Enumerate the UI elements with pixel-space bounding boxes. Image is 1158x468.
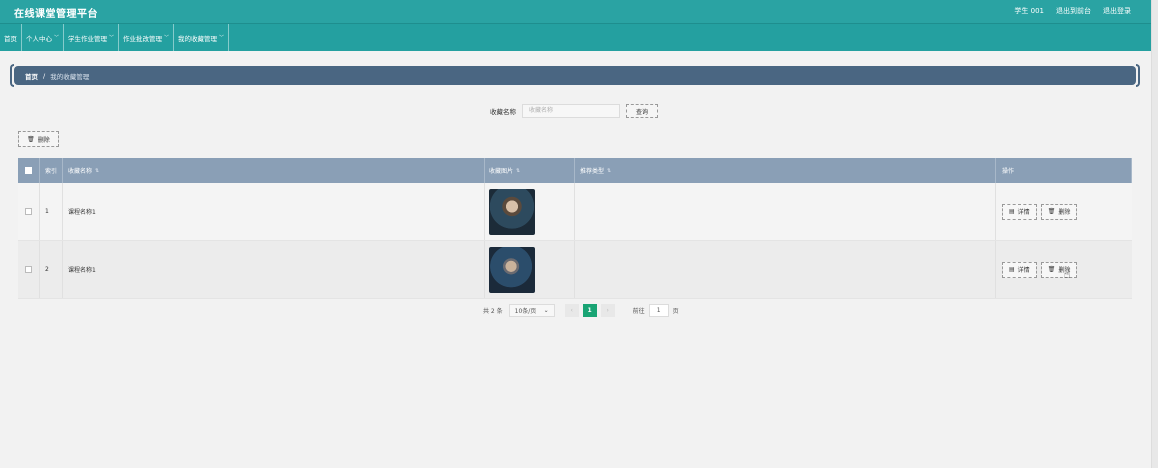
chevron-down-icon: ﹀ xyxy=(219,35,225,41)
header-type[interactable]: 推荐类型 ⇅ xyxy=(575,158,996,183)
nav-item-homework-grading[interactable]: 作业批改管理 ﹀ xyxy=(119,24,175,51)
header-index: 索引 xyxy=(40,158,63,183)
page-number-current[interactable]: 1 xyxy=(582,304,597,317)
sort-icon[interactable]: ⇅ xyxy=(516,168,520,174)
breadcrumb-separator: / xyxy=(43,71,46,80)
goto-suffix: 页 xyxy=(672,308,679,315)
pagination: 共 2 条 10条/页 ⌄ ‹ 1 › 前往 1 页 xyxy=(483,304,679,317)
document-icon: ▤ xyxy=(1009,266,1015,273)
delete-button[interactable]: 🗑 删除 xyxy=(1040,203,1078,220)
document-icon: ▤ xyxy=(1009,208,1015,215)
prev-page-button[interactable]: ‹ xyxy=(564,304,579,317)
page-scrollbar[interactable] xyxy=(1151,0,1158,468)
table-row: 1 课程名称1 ▤ 详情 🗑 删除 xyxy=(18,183,1132,241)
select-all-cell xyxy=(18,158,40,183)
chevron-down-icon: ﹀ xyxy=(164,35,170,41)
search-form: 收藏名称 收藏名称 查询 xyxy=(490,104,658,118)
total-count: 共 2 条 xyxy=(483,308,503,315)
nav-item-label: 作业批改管理 xyxy=(123,34,163,43)
chevron-down-icon: ﹀ xyxy=(54,35,60,41)
trash-icon: 🗑 xyxy=(1047,266,1056,273)
nav-item-label: 首页 xyxy=(4,34,17,43)
chevron-down-icon: ﹀ xyxy=(109,35,115,41)
header-image[interactable]: 收藏图片 ⇅ xyxy=(485,158,575,183)
row-type xyxy=(575,183,996,240)
trash-icon: 🗑 xyxy=(1047,208,1056,215)
table-header: 索引 收藏名称 ⇅ 收藏图片 ⇅ 推荐类型 ⇅ 操作 xyxy=(18,158,1132,183)
goto-prefix: 前往 xyxy=(632,308,645,315)
table-row: 2 课程名称1 ▤ 详情 🗑 删除 ☝ xyxy=(18,241,1132,299)
nav-item-label: 个人中心 xyxy=(26,34,52,43)
logout-link[interactable]: 退出登录 xyxy=(1103,6,1131,16)
sort-icon[interactable]: ⇅ xyxy=(95,168,99,174)
batch-delete-label: 删除 xyxy=(37,136,50,144)
goto-page-input[interactable]: 1 xyxy=(648,304,669,317)
favorite-thumbnail xyxy=(489,188,535,235)
delete-button[interactable]: 🗑 删除 ☝ xyxy=(1040,261,1078,281)
row-name: 课程名称1 xyxy=(63,183,485,240)
nav-item-personal-center[interactable]: 个人中心 ﹀ xyxy=(22,24,65,51)
header-ops: 操作 xyxy=(996,158,1132,183)
delete-label: 删除 xyxy=(1058,209,1071,216)
row-type xyxy=(575,241,996,298)
row-check-cell xyxy=(18,241,40,298)
row-index: 2 xyxy=(40,241,63,298)
back-to-front-link[interactable]: 退出到前台 xyxy=(1056,6,1091,16)
favorite-thumbnail xyxy=(489,246,535,293)
row-name: 课程名称1 xyxy=(63,241,485,298)
breadcrumb-current: 我的收藏管理 xyxy=(50,72,90,81)
row-index: 1 xyxy=(40,183,63,240)
nav-item-label: 我的收藏管理 xyxy=(178,34,218,43)
search-button[interactable]: 查询 xyxy=(626,104,658,118)
trash-icon: 🗑 xyxy=(27,135,35,143)
row-checkbox[interactable] xyxy=(25,266,32,273)
main-nav: 首页 个人中心 ﹀ 学生作业管理 ﹀ 作业批改管理 ﹀ 我的收藏管理 ﹀ xyxy=(0,24,1151,51)
row-image-cell xyxy=(485,183,575,240)
sort-icon[interactable]: ⇅ xyxy=(607,168,611,174)
header-name-label: 收藏名称 xyxy=(68,168,93,175)
header-type-label: 推荐类型 xyxy=(580,168,605,175)
page-size-value: 10条/页 xyxy=(514,308,537,315)
search-input[interactable]: 收藏名称 xyxy=(522,104,620,118)
row-ops: ▤ 详情 🗑 删除 xyxy=(996,183,1132,240)
page-size-select[interactable]: 10条/页 ⌄ xyxy=(508,304,555,317)
next-page-button[interactable]: › xyxy=(600,304,615,317)
batch-delete-button[interactable]: 🗑 删除 xyxy=(18,131,59,147)
header-name[interactable]: 收藏名称 ⇅ xyxy=(63,158,485,183)
chevron-right-icon: › xyxy=(606,307,609,314)
row-ops: ▤ 详情 🗑 删除 ☝ xyxy=(996,241,1132,298)
favorites-table: 索引 收藏名称 ⇅ 收藏图片 ⇅ 推荐类型 ⇅ 操作 1 课程名称1 ▤ 详情 🗑 删除 … xyxy=(18,158,1132,299)
nav-item-my-favorites[interactable]: 我的收藏管理 ﹀ xyxy=(174,24,230,51)
nav-item-student-homework[interactable]: 学生作业管理 ﹀ xyxy=(64,24,120,51)
top-bar: 在线课堂管理平台 学生 001 退出到前台 退出登录 xyxy=(0,0,1151,24)
goto-page: 前往 1 页 xyxy=(633,304,679,317)
header-links: 学生 001 退出到前台 退出登录 xyxy=(1014,6,1131,16)
detail-label: 详情 xyxy=(1017,209,1030,216)
search-label: 收藏名称 xyxy=(490,108,516,116)
hand-cursor-icon: ☝ xyxy=(1063,267,1071,281)
detail-button[interactable]: ▤ 详情 xyxy=(1002,261,1037,278)
breadcrumb-bracket-right xyxy=(1136,64,1140,87)
app-title: 在线课堂管理平台 xyxy=(14,9,98,20)
row-check-cell xyxy=(18,183,40,240)
chevron-down-icon: ⌄ xyxy=(543,307,549,314)
nav-item-label: 学生作业管理 xyxy=(68,34,108,43)
current-user: 学生 001 xyxy=(1014,7,1044,15)
breadcrumb: 首页 / 我的收藏管理 xyxy=(14,66,1136,85)
detail-button[interactable]: ▤ 详情 xyxy=(1002,203,1037,220)
chevron-left-icon: ‹ xyxy=(570,307,573,314)
select-all-checkbox[interactable] xyxy=(25,167,32,174)
breadcrumb-home[interactable]: 首页 xyxy=(25,71,38,81)
detail-label: 详情 xyxy=(1017,267,1030,274)
row-checkbox[interactable] xyxy=(25,208,32,215)
nav-item-home[interactable]: 首页 xyxy=(0,24,22,51)
header-image-label: 收藏图片 xyxy=(489,168,514,175)
row-image-cell xyxy=(485,241,575,298)
